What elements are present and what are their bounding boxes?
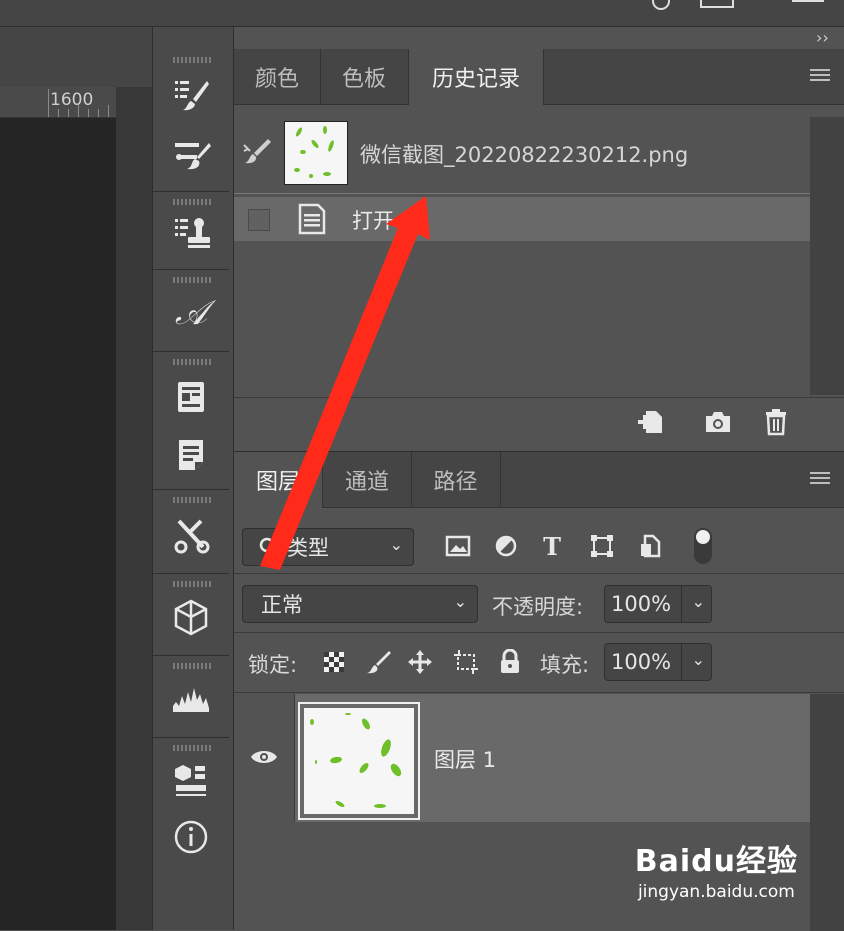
watermark-brand: Baidu经验 — [634, 844, 798, 879]
baidu-watermark: Baidu经验 jingyan.baidu.com — [635, 836, 798, 902]
watermark-url: jingyan.baidu.com — [637, 882, 795, 902]
annotation-arrow — [260, 196, 430, 570]
